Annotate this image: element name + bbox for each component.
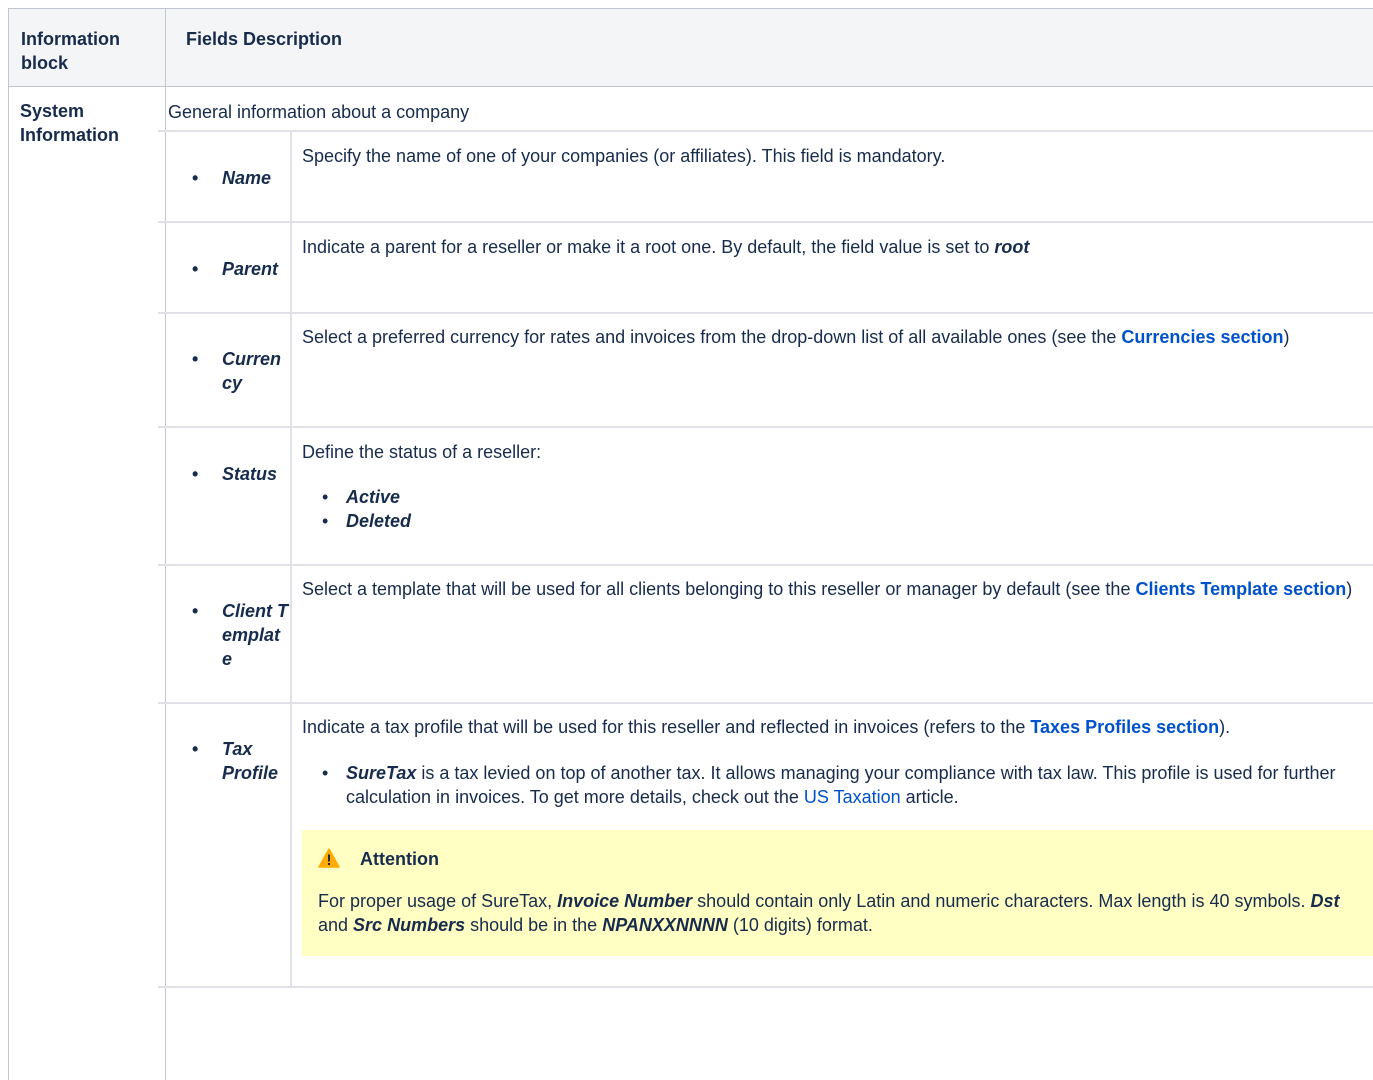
attention-note: Attention For proper usage of SureTax, I… (302, 830, 1373, 956)
block-name: System Information (20, 101, 119, 145)
header-fields-description: Fields Description (186, 29, 343, 49)
row-separator (158, 986, 1373, 988)
default-value-root: root (994, 237, 1030, 257)
clients-template-section-link[interactable]: Clients Template section (1135, 579, 1346, 599)
field-description-parent: Indicate a parent for a reseller or make… (302, 237, 1030, 257)
us-taxation-link[interactable]: US Taxation (804, 787, 901, 807)
row-separator (158, 130, 1373, 132)
header-cell-information-block: Information block (9, 9, 166, 87)
field-description-name: Specify the name of one of your companie… (302, 146, 946, 166)
row-separator (158, 312, 1373, 314)
attention-title: Attention (360, 849, 439, 869)
taxes-profiles-section-link[interactable]: Taxes Profiles section (1030, 717, 1219, 737)
block-name-cell: System Information (9, 87, 166, 1080)
field-description-currency: Select a preferred currency for rates an… (302, 327, 1290, 347)
column-divider (290, 132, 292, 986)
warning-icon (318, 848, 340, 868)
field-description-client-template: Select a template that will be used for … (302, 579, 1353, 599)
field-description-tax-profile: Indicate a tax profile that will be used… (302, 717, 1231, 737)
row-separator (158, 221, 1373, 223)
header-cell-fields-description: Fields Description (166, 9, 1373, 87)
header-information-block: Information block (21, 29, 120, 73)
suretax-term: SureTax (346, 763, 417, 783)
row-separator (158, 702, 1373, 704)
block-description: General information about a company (168, 102, 470, 122)
currencies-section-link[interactable]: Currencies section (1121, 327, 1283, 347)
row-separator (158, 564, 1373, 566)
attention-text: For proper usage of SureTax, Invoice Num… (318, 891, 1340, 935)
row-separator (158, 426, 1373, 428)
field-description-status: Define the status of a reseller: (302, 442, 542, 462)
